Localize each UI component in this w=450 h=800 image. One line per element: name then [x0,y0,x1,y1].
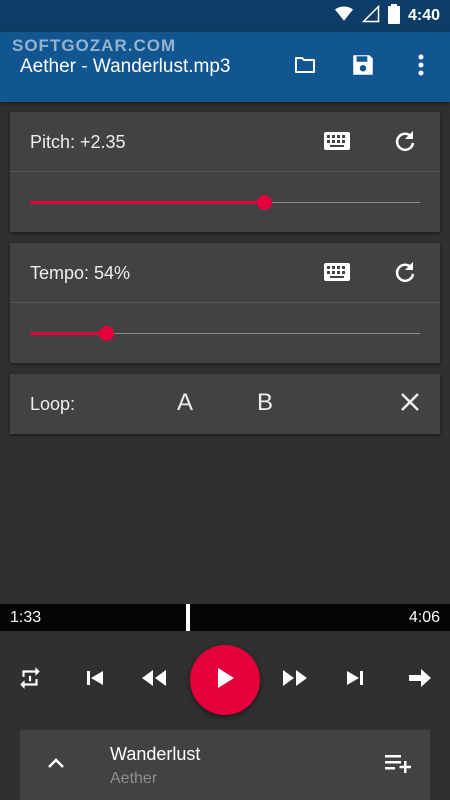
tempo-actions [320,257,422,291]
play-button[interactable] [190,645,260,715]
tempo-card: Tempo: 54% [10,243,440,363]
status-bar: 4:40 [0,0,450,32]
pitch-slider-thumb[interactable] [257,195,272,210]
loop-card: Loop: A B [10,374,440,434]
pitch-slider-fill [30,201,264,204]
pitch-actions [320,126,422,160]
seek-bar[interactable]: 1:33 4:06 [0,604,450,631]
app-bar: SOFTGOZAR.COM Aether - Wanderlust.mp3 [0,32,450,102]
wifi-icon [334,5,354,28]
tempo-reset-button[interactable] [388,257,422,291]
app-bar-actions [288,50,438,84]
reset-icon [393,129,417,158]
pitch-reset-button[interactable] [388,126,422,160]
tempo-slider-track [30,326,420,341]
pitch-label: Pitch: +2.35 [30,132,126,152]
save-icon [350,52,376,83]
loop-clear-button[interactable] [393,387,427,421]
track-title: Wanderlust [110,744,201,764]
tempo-label: Tempo: 54% [30,263,131,283]
playlist-add-icon [385,753,411,778]
track-artist: Aether [110,770,158,787]
arrow-forward-icon [409,668,431,693]
battery-icon [387,3,400,29]
pitch-header: Pitch: +2.35 [10,112,440,172]
signal-icon [361,4,380,28]
keyboard-icon [324,262,350,286]
loop-a-button[interactable]: A [165,389,205,417]
save-button[interactable] [346,50,380,84]
pitch-keyboard-button[interactable] [320,126,354,160]
fast-forward-button[interactable] [279,664,311,696]
fast-forward-icon [282,669,308,692]
reset-icon [393,260,417,289]
skip-previous-icon [85,668,105,693]
loop-label: Loop: [30,394,76,414]
tempo-keyboard-button[interactable] [320,257,354,291]
add-to-playlist-button[interactable] [381,748,415,782]
pitch-slider[interactable] [10,172,440,232]
file-title: Aether - Wanderlust.mp3 [20,56,231,77]
rewind-icon [141,669,167,692]
keyboard-icon [324,131,350,155]
status-time: 4:40 [407,7,440,24]
tempo-slider[interactable] [10,303,440,363]
close-icon [400,392,420,417]
seek-position-marker[interactable] [186,604,191,631]
play-icon [215,667,235,694]
tempo-slider-fill [30,332,107,335]
current-time: 1:33 [10,609,42,626]
folder-icon [291,53,319,82]
total-time: 4:06 [408,609,440,626]
tempo-slider-thumb[interactable] [99,326,115,341]
skip-next-icon [345,668,365,693]
overflow-menu-button[interactable] [404,50,438,84]
pitch-card: Pitch: +2.35 [10,112,440,232]
now-playing-panel[interactable]: Wanderlust Aether [20,730,430,800]
status-icons: 4:40 [334,3,440,29]
open-folder-button[interactable] [288,50,322,84]
chevron-up-icon [47,756,65,774]
expand-button[interactable] [39,748,73,782]
repeat-one-button[interactable] [14,664,46,696]
overflow-menu-icon [417,53,425,82]
loop-b-button[interactable]: B [245,389,285,417]
tempo-header: Tempo: 54% [10,243,440,303]
pitch-slider-track [30,195,420,210]
next-mode-button[interactable] [404,664,436,696]
rewind-button[interactable] [138,664,170,696]
skip-previous-button[interactable] [79,664,111,696]
watermark: SOFTGOZAR.COM [12,36,177,55]
skip-next-button[interactable] [339,664,371,696]
transport-controls [0,645,450,715]
repeat-one-icon [17,665,43,696]
